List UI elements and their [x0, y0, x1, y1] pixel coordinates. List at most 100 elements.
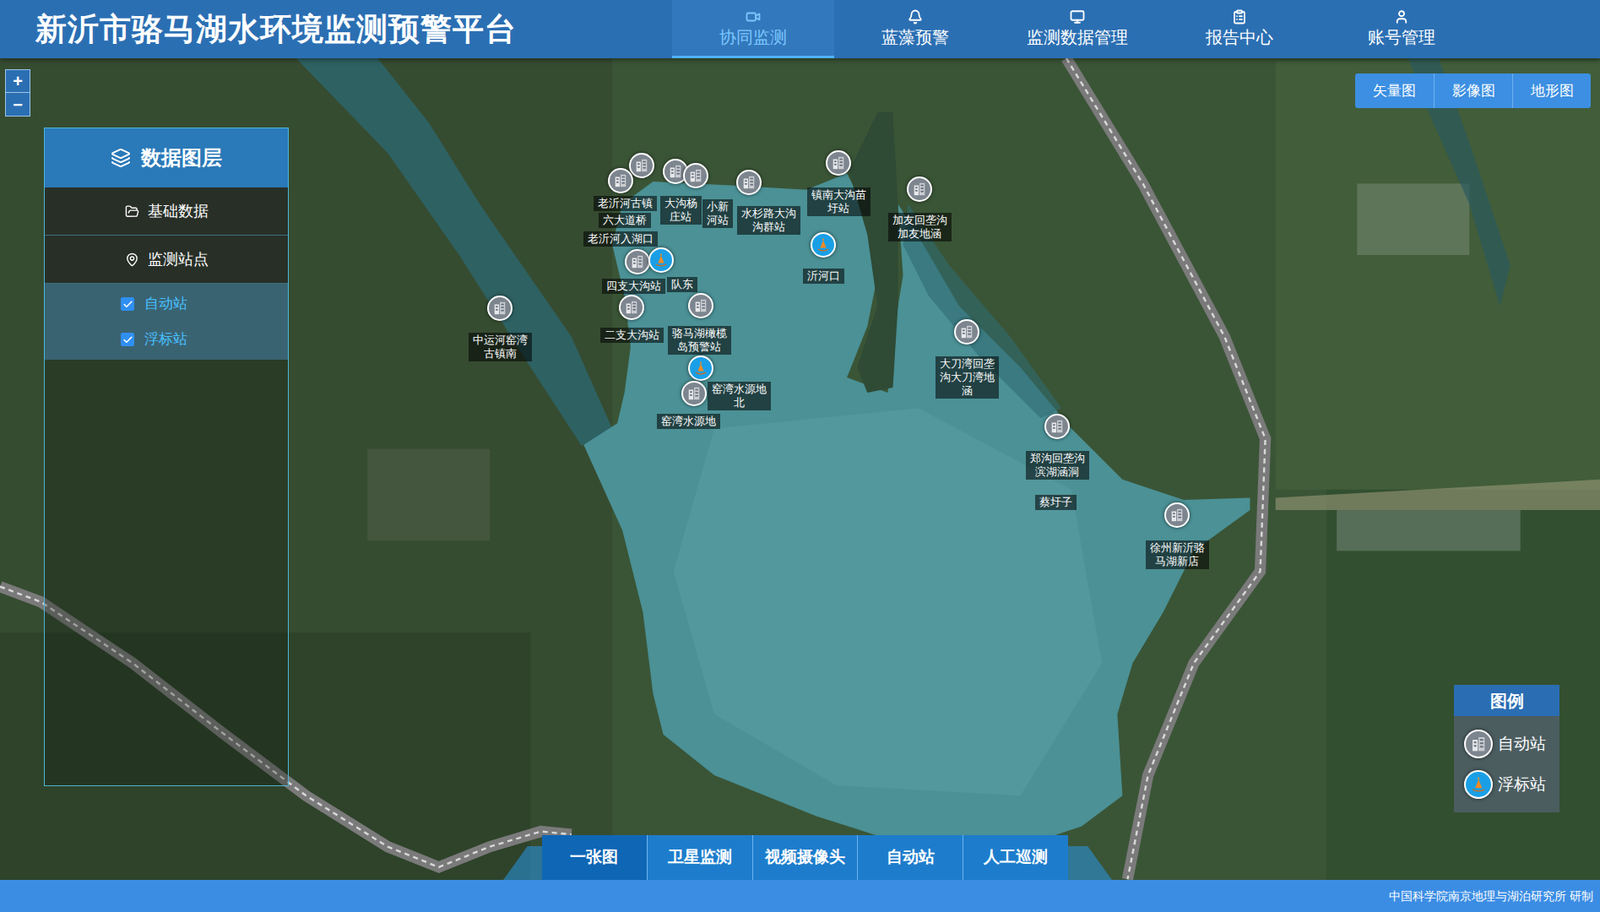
- bottom-tab[interactable]: 视频摄像头: [753, 835, 859, 880]
- nav-item[interactable]: 账号管理: [1320, 0, 1483, 59]
- app: 新沂市骆马湖水环境监测预警平台协同监测蓝藻预警监测数据管理报告中心账号管理+−矢…: [0, 0, 1600, 912]
- layer-checkbox-row[interactable]: 浮标站: [44, 321, 288, 358]
- station-pin[interactable]: [954, 319, 980, 345]
- zoom-out-button[interactable]: −: [5, 92, 30, 116]
- auto-station-icon: [1164, 502, 1190, 528]
- station-label: 老沂河入湖口: [583, 231, 658, 247]
- auto-station-icon: [624, 249, 651, 275]
- layer-panel: 数据图层基础数据监测站点自动站浮标站: [43, 127, 289, 787]
- auto-station-icon: [954, 319, 980, 345]
- buoy-station-icon: [688, 355, 714, 381]
- station-label: 徐州新沂骆马湖新店: [1145, 540, 1210, 570]
- station-label: 老沂河古镇: [593, 195, 657, 212]
- station-label: 蔡圩子: [1035, 494, 1077, 510]
- station-pin[interactable]: [487, 295, 513, 321]
- bottom-tab[interactable]: 一张图: [542, 835, 648, 880]
- station-pin[interactable]: [810, 232, 836, 258]
- station-pin[interactable]: [618, 294, 645, 320]
- map-type-button[interactable]: 地形图: [1512, 73, 1591, 109]
- station-pin[interactable]: [1164, 502, 1190, 528]
- legend-item: 浮标站: [1464, 770, 1560, 799]
- nav-item[interactable]: 报告中心: [1158, 0, 1321, 59]
- station-label: 中运河窑湾古镇南: [468, 332, 532, 362]
- nav-icon: [745, 9, 761, 25]
- auto-station-icon: [681, 380, 707, 407]
- bottom-tabs: 一张图卫星监测视频摄像头自动站人工巡测: [542, 835, 1069, 880]
- layers-icon: [110, 147, 131, 169]
- check-icon: [122, 334, 134, 346]
- buoy-station-icon: [1464, 770, 1493, 799]
- auto-station-icon: [618, 294, 645, 320]
- station-label: 小新河站: [702, 199, 733, 228]
- zoom-in-button[interactable]: +: [5, 70, 30, 93]
- nav-item[interactable]: 协同监测: [672, 0, 835, 59]
- map-type-button[interactable]: 矢量图: [1355, 73, 1434, 109]
- station-pin[interactable]: [607, 168, 634, 194]
- auto-station-icon: [906, 176, 933, 202]
- map-type-switcher: 矢量图影像图地形图: [1355, 73, 1591, 109]
- group-icon: [124, 252, 140, 267]
- nav-icon: [907, 9, 923, 25]
- station-label: 窑湾水源地北: [707, 381, 771, 411]
- check-icon: [122, 298, 134, 310]
- nav-item[interactable]: 蓝藻预警: [834, 0, 997, 59]
- station-pin[interactable]: [629, 152, 655, 179]
- station-label: 郑沟回垄沟滨湖涵洞: [1025, 450, 1090, 480]
- checkbox[interactable]: [120, 332, 135, 347]
- station-label: 四支大沟站: [602, 278, 666, 294]
- auto-station-icon: [688, 292, 714, 319]
- bottom-tab[interactable]: 自动站: [857, 835, 964, 880]
- layer-checkbox-row[interactable]: 自动站: [44, 286, 288, 322]
- station-label: 沂河口: [802, 268, 845, 284]
- group-icon: [124, 204, 140, 219]
- station-pin[interactable]: [736, 169, 762, 196]
- layer-group: 监测站点自动站浮标站: [44, 235, 288, 360]
- station-label: 骆马湖橄榄岛预警站: [667, 325, 732, 355]
- layer-panel-header: 数据图层: [44, 128, 288, 188]
- station-label: 水杉路大沟沟群站: [737, 206, 801, 235]
- nav-icon: [1393, 9, 1410, 25]
- legend-item: 自动站: [1464, 729, 1560, 759]
- nav-icon: [1231, 9, 1248, 25]
- station-label: 窑湾水源地: [656, 413, 721, 429]
- auto-station-icon: [683, 162, 709, 189]
- station-pin[interactable]: [648, 247, 674, 273]
- auto-station-icon: [825, 150, 852, 176]
- station-pin[interactable]: [683, 162, 709, 189]
- buoy-station-icon: [648, 247, 674, 273]
- station-pin[interactable]: [681, 380, 707, 407]
- map-area: +−矢量图影像图地形图数据图层基础数据监测站点自动站浮标站图例自动站浮标站一张图…: [0, 58, 1600, 880]
- station-label: 加友回垄沟加友地涵: [888, 212, 952, 242]
- auto-station-icon: [1464, 729, 1493, 759]
- footer-credit: 中国科学院南京地理与湖泊研究所 研制: [1388, 887, 1594, 906]
- station-pin[interactable]: [688, 355, 714, 381]
- buoy-station-icon: [810, 232, 836, 258]
- auto-station-icon: [736, 169, 762, 196]
- station-label: 镇南大沟苗圩站: [807, 187, 871, 217]
- layer-group-row[interactable]: 基础数据: [44, 187, 288, 236]
- station-pin[interactable]: [825, 150, 852, 176]
- map-type-button[interactable]: 影像图: [1433, 73, 1513, 109]
- legend-title: 图例: [1453, 684, 1560, 716]
- station-label: 队东: [667, 276, 698, 293]
- nav-icon: [1069, 9, 1085, 25]
- auto-station-icon: [629, 152, 655, 179]
- main-nav: 协同监测蓝藻预警监测数据管理报告中心账号管理: [672, 0, 1483, 59]
- station-pin[interactable]: [906, 176, 933, 202]
- bottom-tab[interactable]: 人工巡测: [963, 835, 1069, 880]
- station-label: 大沟杨庄站: [660, 195, 702, 225]
- station-label: 大刀湾回垄沟大刀湾地涵: [935, 356, 999, 399]
- station-pin[interactable]: [688, 292, 714, 319]
- bottom-tab[interactable]: 卫星监测: [647, 835, 754, 880]
- legend: 图例自动站浮标站: [1453, 684, 1560, 813]
- nav-item[interactable]: 监测数据管理: [996, 0, 1159, 59]
- station-label: 六大道桥: [598, 212, 651, 228]
- station-pin[interactable]: [624, 249, 651, 275]
- layer-group-row[interactable]: 监测站点: [44, 235, 288, 284]
- layer-group: 基础数据: [44, 187, 288, 236]
- auto-station-icon: [607, 168, 634, 194]
- station-pin[interactable]: [1044, 413, 1070, 440]
- footer-bar: 中国科学院南京地理与湖泊研究所 研制: [0, 879, 1600, 912]
- zoom-control: +−: [5, 69, 31, 117]
- checkbox[interactable]: [120, 297, 135, 311]
